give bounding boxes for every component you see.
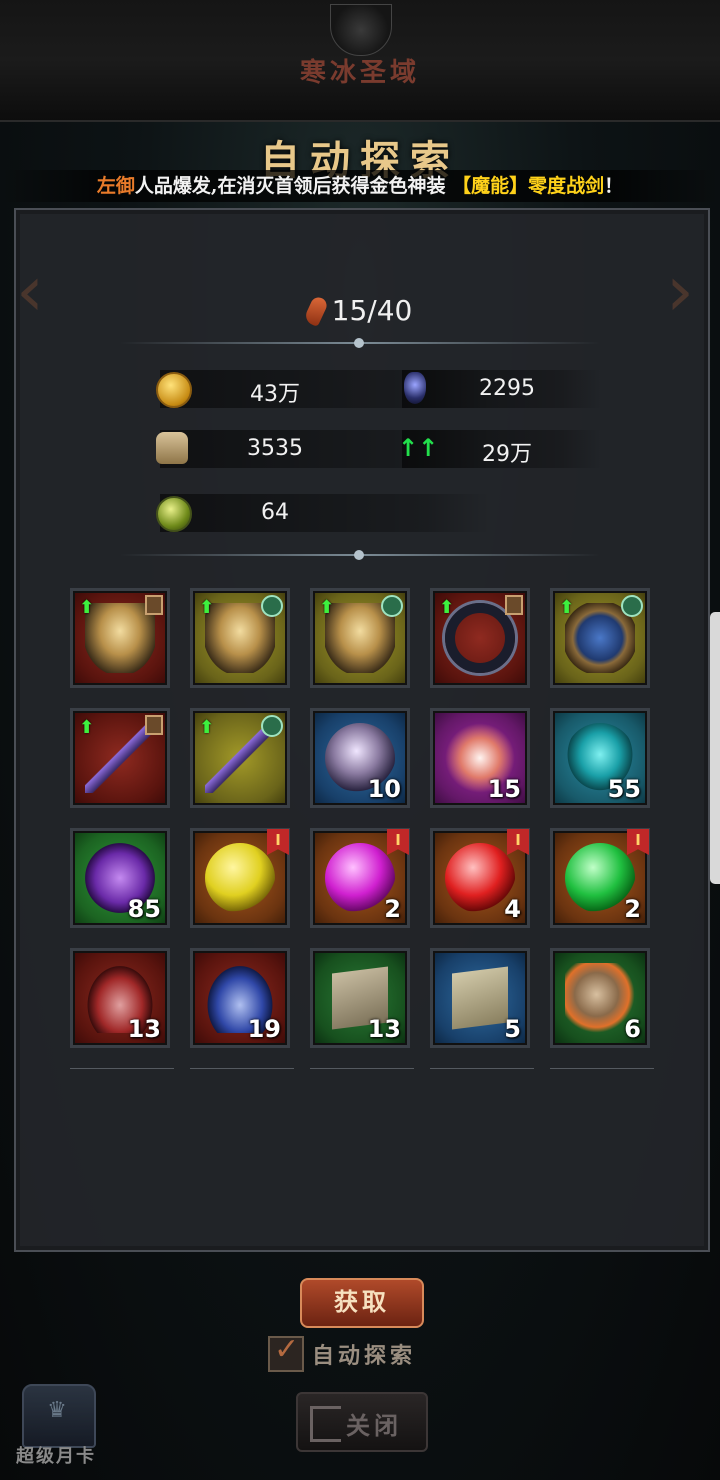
item-count: 6 (624, 1015, 641, 1043)
drumstick-icon (302, 294, 329, 328)
auto-explore-label: 自动探索 (312, 1343, 417, 1369)
get-button[interactable]: 获取 (300, 1278, 424, 1328)
loot-slot-dragon-scale[interactable]: 85 (70, 828, 170, 928)
equip-mark-icon (261, 595, 283, 617)
upgrade-arrow-icon: ⬆ (79, 717, 95, 738)
yellow-gem-icon (205, 843, 275, 913)
ticker-text: 人品爆发,在消灭首领后获得金色神装 (134, 175, 446, 197)
item-count: 5 (504, 1015, 521, 1043)
resource-orb: 64 (156, 494, 490, 532)
loot-slot-red-gem[interactable]: I4 (430, 828, 530, 928)
resource-exp: ↑↑ 29万 (398, 430, 602, 468)
upgrade-arrow-icon: ⬆ (199, 717, 215, 738)
rank-badge: I (267, 829, 289, 855)
item-count: 13 (127, 1015, 161, 1043)
stamina-display: 15/40 (0, 294, 720, 328)
loot-slot-red-potion[interactable]: 13 (70, 948, 170, 1048)
equip-mark-icon (261, 715, 283, 737)
loot-slot-flaming-ore[interactable]: 6 (550, 948, 650, 1048)
loot-slot-yellow-gem[interactable]: I (190, 828, 290, 928)
pouch-icon (156, 432, 188, 464)
item-count: 19 (247, 1015, 281, 1043)
loot-slot-magic-crystal[interactable]: 15 (430, 708, 530, 808)
close-label: 关闭 (346, 1411, 402, 1440)
loot-slot-teal-gem[interactable]: 55 (550, 708, 650, 808)
item-count: 13 (367, 1015, 401, 1043)
loot-slot-gold-armor-yellow[interactable]: ⬆ (190, 588, 290, 688)
rank-badge: I (627, 829, 649, 855)
resource-value: 3535 (247, 436, 303, 461)
rank-badge: I (507, 829, 529, 855)
ticker-item: 【魔能】零度战剑 (452, 175, 605, 197)
lock-icon (145, 715, 163, 735)
loot-slot-rune-shield-yellow[interactable]: ⬆ (550, 588, 650, 688)
loot-slot-purple-gem[interactable]: I2 (310, 828, 410, 928)
item-count: 85 (127, 895, 161, 923)
row-divider (310, 1068, 414, 1069)
lock-icon (505, 595, 523, 615)
loot-slot-green-gem[interactable]: I2 (550, 828, 650, 928)
resource-value: 29万 (482, 442, 532, 467)
item-count: 2 (624, 895, 641, 923)
item-count: 2 (384, 895, 401, 923)
gold-coin-icon (156, 372, 192, 408)
loot-slot-eye-orb[interactable]: 10 (310, 708, 410, 808)
ticker-player: 左御 (96, 175, 135, 197)
upgrade-arrow-icon: ⬆ (319, 597, 335, 618)
loot-slot-gold-armor-red[interactable]: ⬆ (70, 588, 170, 688)
equip-mark-icon (381, 595, 403, 617)
check-icon: ✓ (274, 1332, 300, 1367)
lock-icon (145, 595, 163, 615)
loot-slot-sword-red[interactable]: ⬆ (70, 708, 170, 808)
resource-value: 43万 (250, 382, 300, 407)
resource-crystal: 2295 (402, 370, 602, 408)
loot-slot-rune-scroll-green[interactable]: 13 (310, 948, 410, 1048)
equip-mark-icon (621, 595, 643, 617)
divider (120, 547, 600, 563)
month-card-label: 超级月卡 (16, 1446, 96, 1467)
emblem-icon (330, 4, 392, 56)
upgrade-arrow-icon: ⬆ (199, 597, 215, 618)
row-divider (430, 1068, 534, 1069)
loot-slot-gold-armor-yellow-2[interactable]: ⬆ (310, 588, 410, 688)
auto-explore-checkbox[interactable]: ✓ (268, 1332, 304, 1372)
row-divider (190, 1068, 294, 1069)
ticker-end: ！ (604, 175, 624, 197)
zone-title: 寒冰圣域 (299, 58, 420, 88)
crystal-icon (404, 372, 426, 404)
upgrade-arrow-icon: ⬆ (439, 597, 455, 618)
crown-icon: ♛ (47, 1398, 67, 1423)
loot-slot-sword-yellow[interactable]: ⬆ (190, 708, 290, 808)
loot-slot-blue-potion[interactable]: 19 (190, 948, 290, 1048)
rank-badge: I (387, 829, 409, 855)
divider (120, 335, 600, 351)
loot-slot-dark-ring-red[interactable]: ⬆ (430, 588, 530, 688)
upgrade-arrow-icon: ⬆ (559, 597, 575, 618)
exp-up-arrows-icon: ↑↑ (398, 434, 439, 462)
loot-slot-rune-scroll-blue[interactable]: 5 (430, 948, 530, 1048)
month-card-button[interactable]: ♛ 超级月卡 (6, 1374, 106, 1474)
row-divider (70, 1068, 174, 1069)
close-button[interactable]: 关闭 (296, 1392, 428, 1452)
item-count: 15 (487, 775, 521, 803)
item-count: 10 (367, 775, 401, 803)
stamina-value: 15/40 (331, 294, 413, 327)
exit-icon (310, 1406, 341, 1442)
resource-value: 2295 (479, 376, 535, 401)
item-count: 55 (607, 775, 641, 803)
scrollbar[interactable] (710, 612, 720, 884)
row-divider (550, 1068, 654, 1069)
announcement-ticker: 左御人品爆发,在消灭首领后获得金色神装 【魔能】零度战剑！ (0, 170, 720, 202)
resource-value: 64 (261, 500, 289, 525)
item-count: 4 (504, 895, 521, 923)
upgrade-arrow-icon: ⬆ (79, 597, 95, 618)
green-orb-icon (156, 496, 192, 532)
